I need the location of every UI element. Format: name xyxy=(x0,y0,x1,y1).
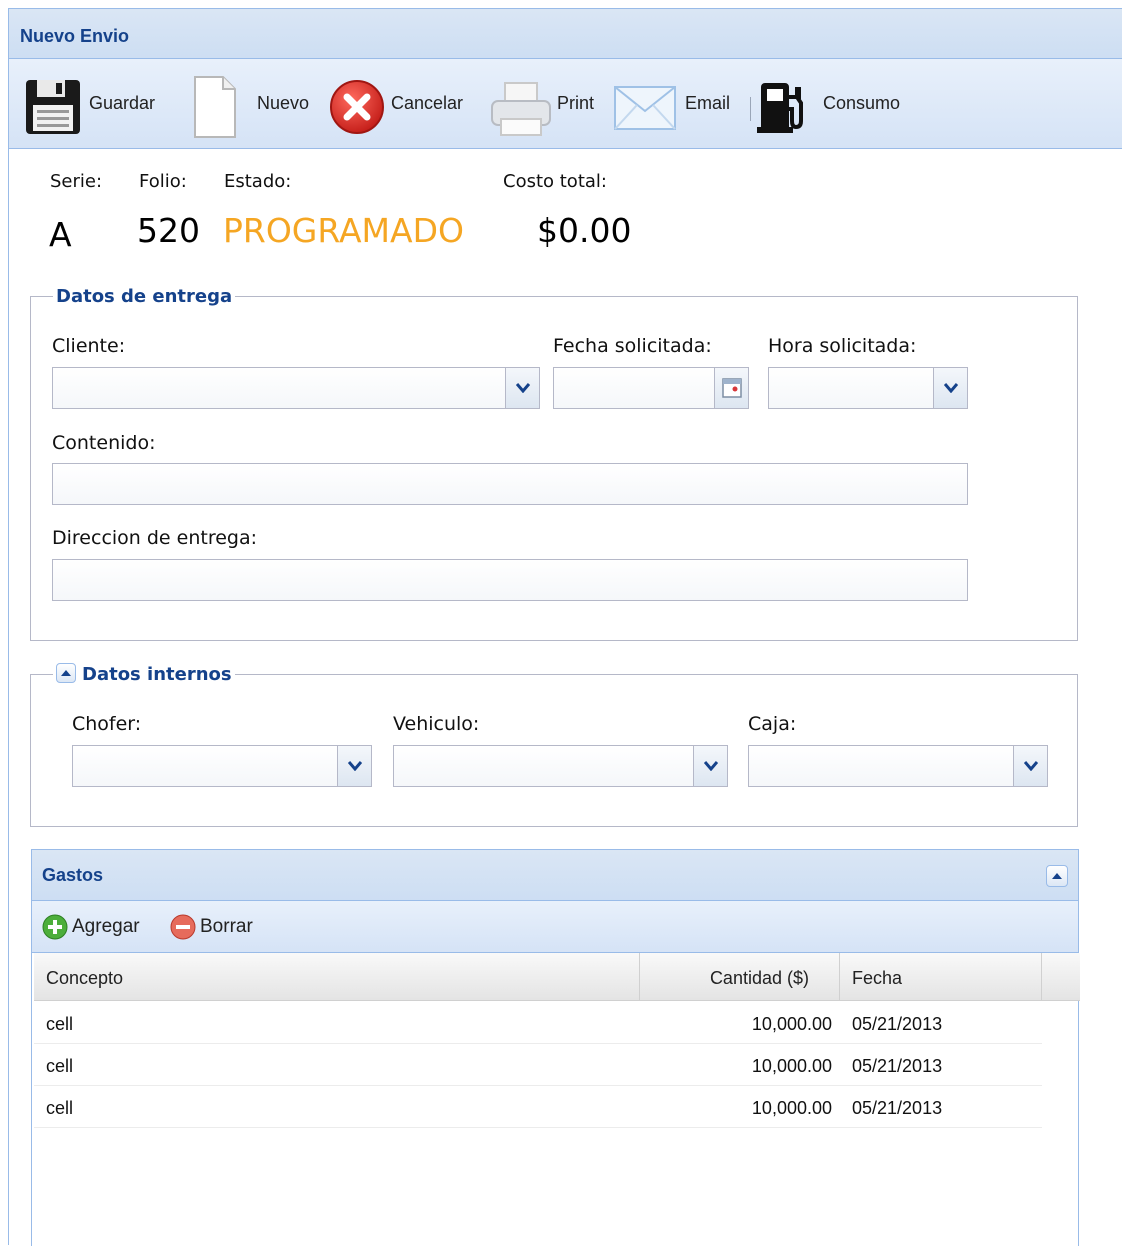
cell-cantidad: 10,000.00 xyxy=(751,1056,832,1076)
hora-dropdown-trigger[interactable] xyxy=(933,368,967,408)
cell-fecha: 05/21/2013 xyxy=(852,1056,943,1076)
serie-value: A xyxy=(49,215,72,254)
chevron-up-icon xyxy=(1052,873,1062,879)
table-row[interactable]: cell 10,000.00 05/21/2013 xyxy=(34,1044,1042,1086)
email-label: Email xyxy=(685,93,731,113)
print-button[interactable]: Print xyxy=(489,77,609,136)
consumo-button[interactable]: Consumo xyxy=(757,77,917,135)
gastos-title: Gastos xyxy=(42,865,104,885)
cell-concepto: cell xyxy=(46,1014,74,1034)
estado-value: PROGRAMADO xyxy=(223,211,464,250)
hora-solicitada-combobox[interactable] xyxy=(768,367,968,409)
consumo-label: Consumo xyxy=(823,93,901,113)
chevron-down-icon xyxy=(515,383,530,393)
vehiculo-label: Vehiculo: xyxy=(393,713,480,735)
cancel-icon xyxy=(330,80,384,134)
contenido-label: Contenido: xyxy=(52,432,156,454)
remove-icon xyxy=(170,914,196,940)
envelope-icon xyxy=(614,86,676,130)
chevron-down-icon xyxy=(1023,761,1038,771)
estado-label: Estado: xyxy=(224,171,292,192)
window-title: Nuevo Envio xyxy=(20,26,130,46)
caja-label: Caja: xyxy=(748,713,797,735)
cell-cantidad: 10,000.00 xyxy=(751,1014,832,1034)
column-header-cantidad[interactable]: Cantidad ($) xyxy=(640,953,840,1001)
cell-fecha: 05/21/2013 xyxy=(852,1014,943,1034)
nuevo-envio-window: Nuevo Envio Guardar Nuevo Cancelar Print… xyxy=(8,8,1122,1246)
column-header-label: Fecha xyxy=(852,968,903,988)
cell-concepto: cell xyxy=(46,1056,74,1076)
gastos-grid-panel: Gastos Agregar Borrar Concepto Cantidad … xyxy=(31,849,1080,1246)
gastos-collapse-button[interactable] xyxy=(1046,865,1068,887)
folio-label: Folio: xyxy=(139,171,187,192)
chofer-dropdown-trigger[interactable] xyxy=(337,746,371,786)
column-header-filler xyxy=(1042,953,1080,1001)
direccion-entrega-label: Direccion de entrega: xyxy=(52,527,258,549)
agregar-label: Agregar xyxy=(72,916,140,937)
toolbar-separator xyxy=(750,97,751,121)
calendar-trigger[interactable] xyxy=(714,368,748,408)
calendar-icon xyxy=(721,378,742,398)
caja-dropdown-trigger[interactable] xyxy=(1013,746,1047,786)
main-toolbar: Guardar Nuevo Cancelar Print Email Consu… xyxy=(9,59,1122,149)
collapse-toggle-button[interactable] xyxy=(56,663,76,683)
borrar-label: Borrar xyxy=(200,916,253,937)
cancel-label: Cancelar xyxy=(391,93,464,113)
caja-combobox[interactable] xyxy=(748,745,1048,787)
table-row[interactable]: cell 10,000.00 05/21/2013 xyxy=(34,1086,1042,1128)
chofer-combobox[interactable] xyxy=(72,745,372,787)
cliente-label: Cliente: xyxy=(52,335,126,357)
serie-label: Serie: xyxy=(50,171,103,192)
add-icon xyxy=(42,914,68,940)
email-button[interactable]: Email xyxy=(613,77,739,135)
floppy-disk-icon xyxy=(26,80,80,134)
vehiculo-combobox[interactable] xyxy=(393,745,728,787)
cancel-button[interactable]: Cancelar xyxy=(329,77,489,135)
column-header-label: Concepto xyxy=(46,968,124,988)
contenido-input[interactable] xyxy=(52,463,968,505)
new-button[interactable]: Nuevo xyxy=(191,76,319,138)
direccion-entrega-input[interactable] xyxy=(52,559,968,601)
new-document-icon xyxy=(194,76,236,138)
folio-value: 520 xyxy=(137,211,200,250)
datos-internos-title: Datos internos xyxy=(82,664,232,685)
fuel-pump-icon xyxy=(757,83,803,133)
borrar-button[interactable]: Borrar xyxy=(170,913,280,941)
print-label: Print xyxy=(557,93,595,113)
chevron-down-icon xyxy=(943,383,958,393)
vehiculo-dropdown-trigger[interactable] xyxy=(693,746,727,786)
fecha-solicitada-label: Fecha solicitada: xyxy=(553,335,712,357)
cliente-dropdown-trigger[interactable] xyxy=(505,368,539,408)
gastos-header: Gastos xyxy=(32,850,1078,901)
column-header-label: Cantidad ($) xyxy=(709,968,809,988)
table-row[interactable]: cell 10,000.00 05/21/2013 xyxy=(34,1002,1042,1044)
fecha-solicitada-datefield[interactable] xyxy=(553,367,749,409)
costo-total-value: $0.00 xyxy=(537,211,632,250)
save-label: Guardar xyxy=(89,93,156,113)
cell-fecha: 05/21/2013 xyxy=(852,1098,943,1118)
printer-icon xyxy=(491,82,551,136)
agregar-button[interactable]: Agregar xyxy=(42,913,162,941)
cell-cantidad: 10,000.00 xyxy=(751,1098,832,1118)
cliente-combobox[interactable] xyxy=(52,367,540,409)
datos-entrega-legend: Datos de entrega xyxy=(56,286,233,307)
window-header: Nuevo Envio xyxy=(9,9,1122,59)
column-header-fecha[interactable]: Fecha xyxy=(840,953,1042,1001)
hora-solicitada-label: Hora solicitada: xyxy=(768,335,917,357)
gastos-toolbar: Agregar Borrar xyxy=(32,901,1078,953)
chevron-down-icon xyxy=(703,761,718,771)
datos-internos-legend: Datos internos xyxy=(53,663,235,685)
chevron-down-icon xyxy=(347,761,362,771)
costo-total-label: Costo total: xyxy=(503,171,607,192)
chevron-up-icon xyxy=(61,670,71,676)
chofer-label: Chofer: xyxy=(72,713,142,735)
cell-concepto: cell xyxy=(46,1098,74,1118)
new-label: Nuevo xyxy=(257,93,310,113)
save-button[interactable]: Guardar xyxy=(19,77,179,135)
column-header-concepto[interactable]: Concepto xyxy=(34,953,640,1001)
